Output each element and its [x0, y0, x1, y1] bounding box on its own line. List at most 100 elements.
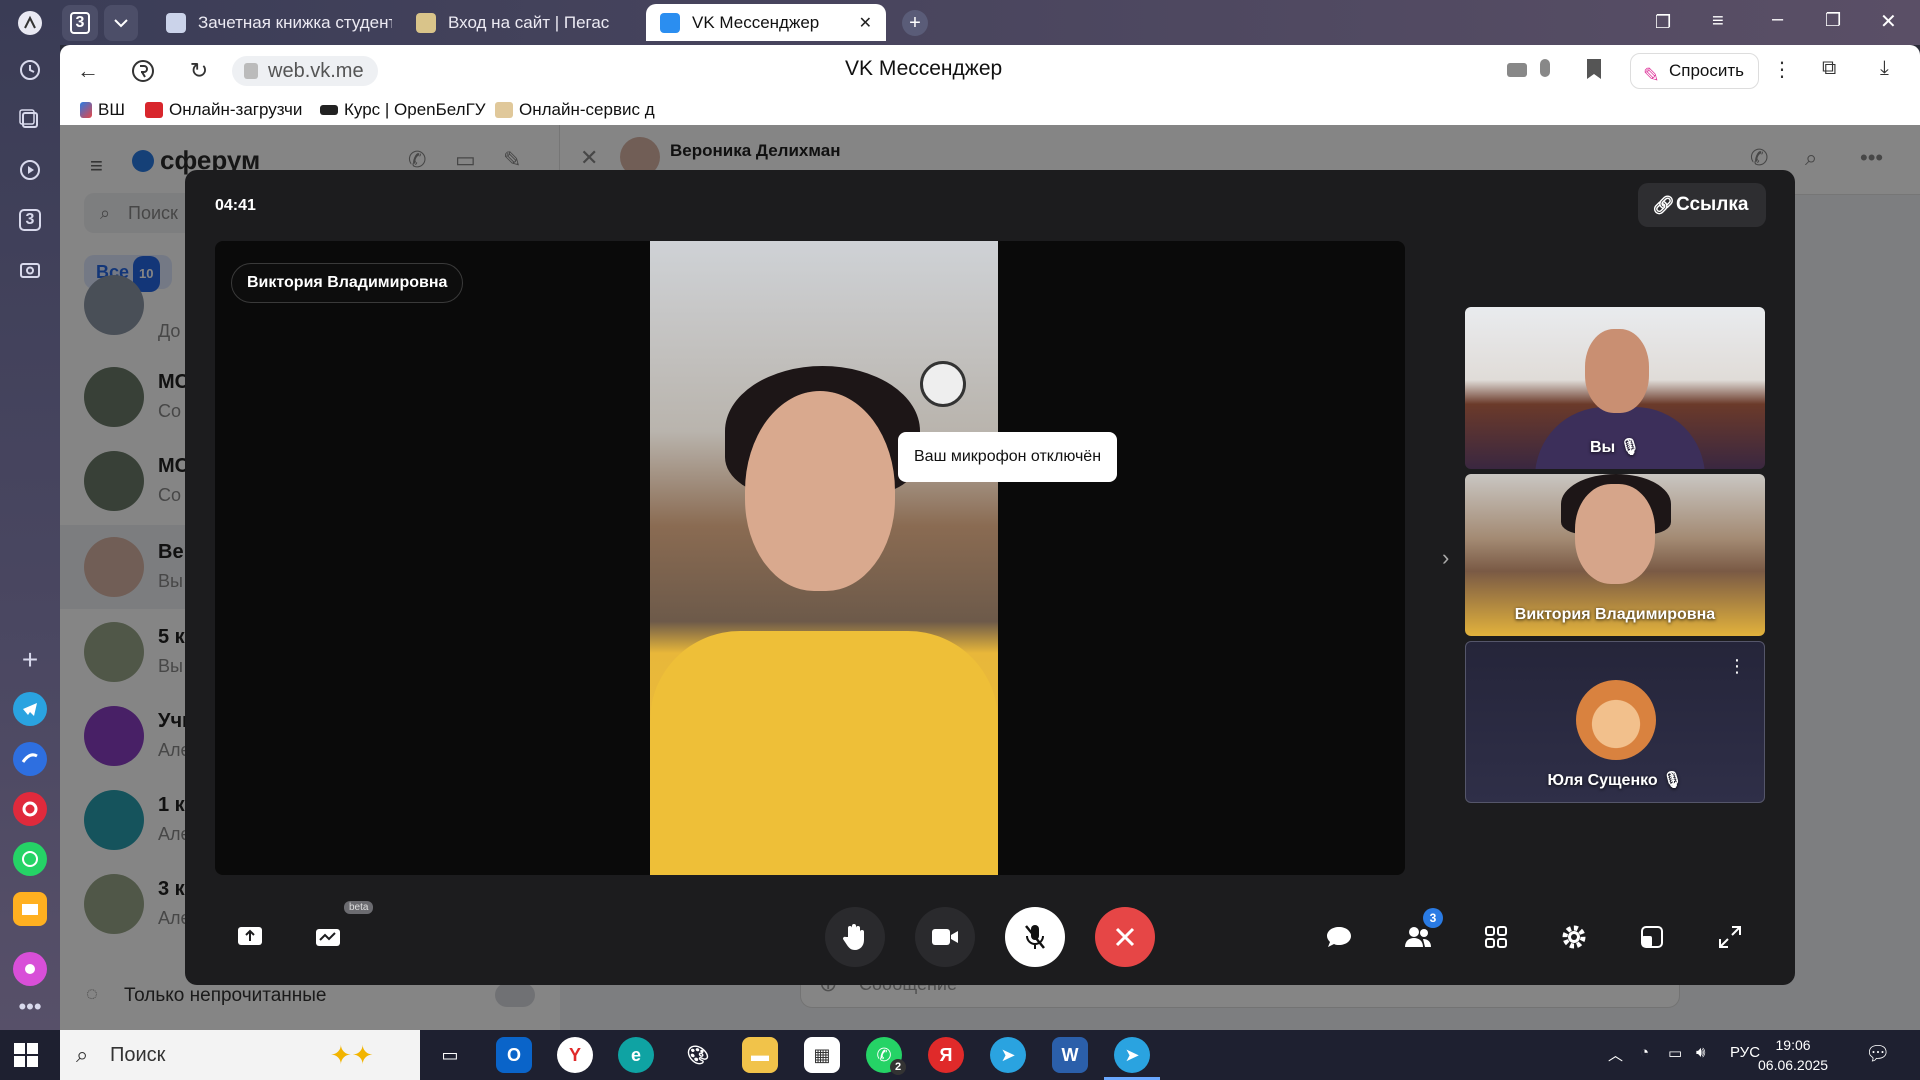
file-explorer-icon[interactable]: ▬ [742, 1037, 778, 1073]
telegram-active-icon[interactable]: ➤ [1114, 1037, 1150, 1073]
tab-zachetnaya-knizhka[interactable]: Зачетная книжка студент [152, 4, 392, 41]
more-apps-icon[interactable]: ••• [13, 990, 47, 1024]
screenshot-icon[interactable] [13, 253, 47, 287]
tray-overflow-icon[interactable]: ︿ [1608, 1044, 1623, 1065]
participant-menu-icon[interactable]: ⋮ [1728, 656, 1746, 677]
mic-off-icon [1025, 925, 1045, 949]
new-tab-button[interactable]: + [902, 10, 928, 36]
mic-off-icon: 🎙︎ [1619, 439, 1640, 456]
hand-icon [842, 924, 864, 950]
camera-permission-icon[interactable] [1507, 63, 1527, 77]
bookmark-online-service[interactable]: Онлайн-сервис д [495, 100, 715, 120]
edge-icon[interactable]: e [618, 1037, 654, 1073]
calendar-favicon-icon [495, 102, 513, 118]
picture-in-picture-icon[interactable] [1634, 919, 1670, 955]
store-icon[interactable]: ▦ [804, 1037, 840, 1073]
downloads-icon[interactable]: ⤓ [1880, 57, 1889, 80]
language-indicator[interactable]: РУС [1730, 1044, 1760, 1061]
bookmark-icon[interactable] [1587, 59, 1601, 79]
close-tab-icon[interactable]: ✕ [859, 13, 872, 33]
alice-app-icon[interactable] [13, 952, 47, 986]
search-icon: ⌕ [76, 1042, 89, 1067]
tabs-dropdown-button[interactable] [104, 5, 138, 41]
microphone-toggle-button[interactable] [1005, 907, 1065, 967]
address-bar: ← ↻ web.vk.me VK Мессенджер ✎ Спросить ⋮… [60, 45, 1920, 97]
whatsapp-icon[interactable]: ✆ 2 [866, 1037, 906, 1075]
whiteboard-icon[interactable] [310, 919, 346, 955]
end-call-button[interactable] [1095, 907, 1155, 967]
windows-start-icon[interactable] [14, 1043, 38, 1067]
close-window-icon[interactable]: ✕ [1880, 9, 1897, 34]
url-field[interactable]: web.vk.me [232, 56, 378, 86]
mail-app-icon[interactable] [13, 892, 47, 926]
yandex-logo-icon[interactable] [13, 6, 47, 40]
kinopoisk-app-icon[interactable] [13, 792, 47, 826]
menu-icon[interactable]: ≡ [1712, 10, 1724, 33]
taskbar-clock[interactable]: 19:06 06.06.2025 [1758, 1035, 1828, 1075]
ask-alice-button[interactable]: ✎ Спросить [1630, 53, 1760, 89]
clock-time: 19:06 [1775, 1037, 1811, 1053]
volume-icon[interactable]: 🔊︎ [1696, 1044, 1705, 1061]
browser-tab-bar: 3 Зачетная книжка студент Вход на сайт |… [60, 0, 1920, 45]
reading-list-icon[interactable]: ❐ [1655, 12, 1671, 33]
tab-vk-messenger[interactable]: VK Мессенджер ✕ [646, 4, 886, 41]
add-app-icon[interactable]: + [13, 643, 47, 677]
tabs-count-icon[interactable]: 3 [13, 203, 47, 237]
restore-icon[interactable]: ❐ [1825, 10, 1841, 31]
task-view-icon[interactable]: ▭ [432, 1037, 468, 1073]
clock-date: 06.06.2025 [1758, 1057, 1829, 1073]
close-icon [1115, 927, 1135, 947]
word-icon[interactable]: W [1052, 1037, 1088, 1073]
participant-name-row: Вы 🎙︎ [1465, 437, 1765, 457]
chevron-down-icon [114, 19, 128, 28]
sparkle-icon: ✎ [1643, 65, 1660, 87]
participant-tile-self[interactable]: Вы 🎙︎ [1465, 307, 1765, 469]
camera-toggle-button[interactable] [915, 907, 975, 967]
bookmark-vsh[interactable]: ВШ [80, 100, 125, 120]
download-favicon-icon [145, 102, 163, 118]
microphone-permission-icon[interactable] [1540, 59, 1550, 77]
history-icon[interactable] [13, 53, 47, 87]
back-arrow-icon[interactable]: ← [73, 56, 103, 86]
reload-icon[interactable]: ↻ [184, 56, 214, 86]
settings-gear-icon[interactable] [1556, 919, 1592, 955]
video-icon[interactable] [13, 153, 47, 187]
fullscreen-icon[interactable] [1712, 919, 1748, 955]
chevron-right-icon[interactable]: › [1442, 545, 1449, 571]
raise-hand-button[interactable] [825, 907, 885, 967]
camera-icon [932, 929, 958, 945]
telegram-app-icon[interactable] [13, 692, 47, 726]
notifications-icon[interactable]: 💬︎ [1865, 1041, 1890, 1066]
grid-layout-icon[interactable] [1478, 919, 1514, 955]
outlook-icon[interactable]: O [496, 1037, 532, 1073]
participant-name: Вы [1590, 439, 1616, 456]
paint-icon[interactable]: 🎨︎ [680, 1037, 716, 1073]
network-icon[interactable]: ◔ [1640, 1044, 1649, 1061]
tab-pegas-login[interactable]: Вход на сайт | Пегас [402, 4, 642, 41]
yandex-icon[interactable]: Я [928, 1037, 964, 1073]
yandex-home-icon[interactable] [128, 56, 158, 86]
tab-groups-button[interactable]: 3 [62, 5, 98, 41]
windows-taskbar: ⌕ Поиск ✦✦ ▭ O Y e 🎨︎ ▬ ▦ ✆ 2 Я ➤ W ➤ ︿ … [0, 1030, 1920, 1080]
link-icon: 🔗︎ [1652, 195, 1675, 215]
minimize-icon[interactable]: – [1772, 8, 1783, 31]
participant-tile-viktoria[interactable]: Виктория Владимировна [1465, 474, 1765, 636]
share-screen-icon[interactable] [232, 919, 268, 955]
more-options-icon[interactable]: ⋮ [1772, 57, 1792, 82]
whatsapp-app-icon[interactable] [13, 842, 47, 876]
battery-icon[interactable]: ▭ [1668, 1044, 1682, 1062]
zen-app-icon[interactable] [13, 742, 47, 776]
collections-icon[interactable] [13, 103, 47, 137]
taskbar-search-box[interactable]: ⌕ Поиск ✦✦ [60, 1030, 420, 1080]
chat-bubble-icon[interactable] [1321, 919, 1357, 955]
lock-icon [244, 63, 258, 79]
participant-face [1585, 329, 1649, 413]
yandex-browser-icon[interactable]: Y [557, 1037, 593, 1073]
participant-name-row: Юля Сущенко 🎙︎ [1466, 770, 1764, 790]
video-person-face [745, 391, 895, 591]
collections-toolbar-icon[interactable]: ⧉ [1822, 57, 1836, 80]
copy-link-button[interactable]: 🔗︎ Ссылка [1638, 183, 1767, 227]
participant-name: Юля Сущенко [1547, 772, 1658, 789]
participant-tile-yulia[interactable]: ⋮ Юля Сущенко 🎙︎ [1465, 641, 1765, 803]
telegram-icon[interactable]: ➤ [990, 1037, 1026, 1073]
